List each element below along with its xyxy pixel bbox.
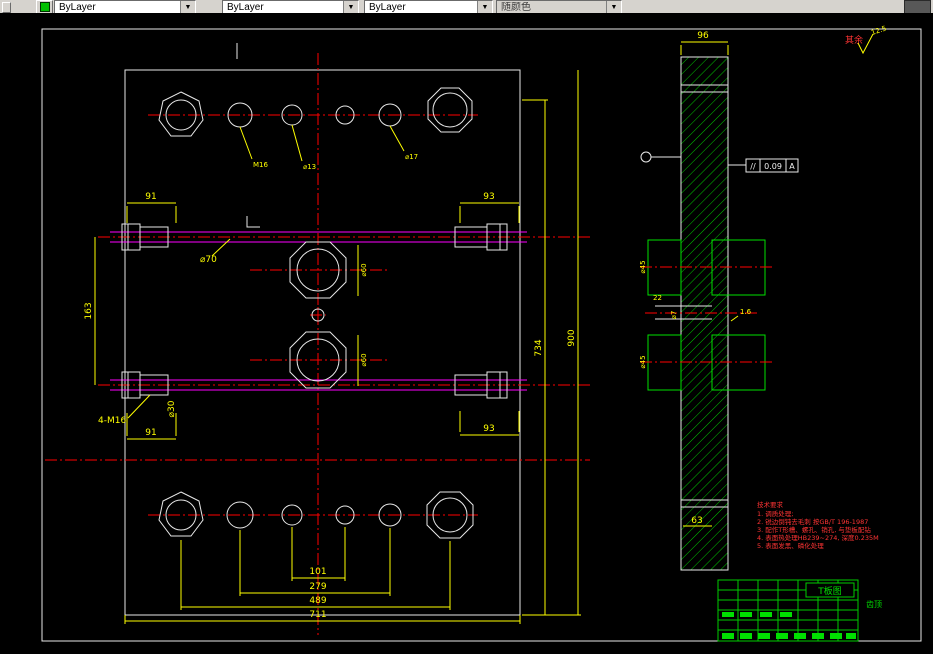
linetype-combo-value: ByLayer [227, 1, 264, 13]
dim-sec-hub-lower: ⌀45 [639, 355, 647, 368]
layer-combo[interactable]: ByLayer ▼ [54, 0, 196, 14]
dim-sec-pin: ⌀7 [670, 311, 678, 320]
lineweight-combo[interactable]: ByLayer ▼ [364, 0, 493, 14]
chevron-down-icon[interactable]: ▼ [343, 1, 358, 13]
dim-hub-upper: ⌀60 [360, 263, 368, 276]
dim-711: 711 [309, 610, 326, 620]
fit-leader [730, 315, 739, 322]
dim-top-left: 91 [145, 192, 156, 202]
cad-drawing[interactable]: M16 ⌀13 ⌀17 ⌀60 ⌀60 91 93 91 93 ⌀70 4-M1… [0, 13, 933, 654]
cad-application-window: ByLayer ▼ ByLayer ▼ ByLayer ▼ 随颜色 ▼ M16 … [0, 0, 933, 654]
dim-163: 163 [84, 302, 94, 319]
linetype-combo[interactable]: ByLayer ▼ [222, 0, 359, 14]
dim-sec-bottom: 63 [691, 516, 702, 526]
top-hole-row [158, 87, 473, 137]
lineweight-combo-value: ByLayer [369, 1, 406, 13]
tolerance-datum: A [789, 162, 795, 171]
roughness-value: 12.5 [870, 24, 887, 36]
technical-notes: 技术要求 1. 调质处理; 2. 锐边倒钝去毛刺 按GB/T 196-1987 … [757, 500, 879, 550]
sec-width-dim [680, 41, 729, 55]
plotstyle-combo[interactable]: 随颜色 ▼ [496, 0, 622, 14]
centerlines [45, 53, 592, 635]
title-block: T板图 齿顶 [717, 579, 882, 642]
chevron-down-icon[interactable]: ▼ [180, 1, 195, 13]
dim-sec-width: 96 [697, 31, 709, 41]
toolbar-grip[interactable] [2, 2, 11, 13]
dim-sec-fit: 1.6 [740, 308, 752, 316]
dim-top-right: 93 [483, 192, 494, 202]
roughness-other-label: 其余 [845, 34, 863, 46]
dim-rod-dia: ⌀70 [200, 255, 217, 265]
dim-bottom-right: 93 [483, 424, 494, 434]
chevron-down-icon[interactable]: ▼ [477, 1, 492, 13]
tolerance-frame: // 0.09 A [728, 158, 799, 173]
datum-leader [640, 151, 681, 163]
hole-leaders [239, 124, 405, 162]
dim-900: 900 [567, 329, 577, 346]
dim-sec-hub-upper: ⌀45 [639, 260, 647, 273]
dim-279: 279 [309, 582, 326, 592]
dim-bottom-left: 91 [145, 428, 156, 438]
tolerance-symbol: // [750, 162, 756, 171]
tolerance-value: 0.09 [764, 162, 782, 171]
dim-rod2-dia: ⌀30 [167, 400, 177, 417]
note-line: 3. 配作T形槽、螺孔、销孔, 与垫板配钻 [757, 525, 871, 534]
dim-734: 734 [534, 339, 544, 356]
section-view: 96 其余 12.5 // 0.09 A ⌀45 ⌀45 22 ⌀7 1.6 6… [639, 24, 887, 571]
note-line: 2. 锐边倒钝去毛刺 按GB/T 196-1987 [757, 517, 868, 526]
chevron-down-icon[interactable]: ▼ [606, 1, 621, 13]
notes-title: 技术要求 [757, 500, 784, 509]
note-line: 1. 调质处理; [757, 509, 793, 518]
color-swatch-icon [39, 2, 50, 12]
title-block-side-label: 齿顶 [866, 600, 882, 609]
note-line: 5. 表面发黑、磷化处理 [757, 541, 824, 550]
plotstyle-combo-value: 随颜色 [501, 1, 531, 13]
dim-thread: 4-M16 [98, 416, 126, 426]
drawing-name: T板图 [817, 585, 842, 597]
color-button[interactable] [36, 0, 53, 14]
title-block-entries [722, 612, 856, 639]
hole-callout: M16 [253, 161, 268, 169]
dimension-lines [94, 70, 581, 624]
dim-489: 489 [309, 596, 326, 606]
dim-hub-lower: ⌀60 [360, 353, 368, 366]
layer-combo-value: ByLayer [59, 1, 96, 13]
docked-tool-button[interactable] [904, 0, 931, 14]
dim-101: 101 [309, 567, 326, 577]
note-line: 4. 表面热处理HB239~274, 深度0.235M [757, 533, 879, 542]
properties-toolbar: ByLayer ▼ ByLayer ▼ ByLayer ▼ 随颜色 ▼ [0, 0, 933, 14]
hole-callout: ⌀13 [303, 163, 316, 171]
front-view: M16 ⌀13 ⌀17 ⌀60 ⌀60 91 93 91 93 ⌀70 4-M1… [45, 43, 592, 635]
dim-sec-slot: 22 [653, 294, 662, 302]
hole-callout: ⌀17 [405, 153, 418, 161]
model-space-canvas[interactable]: M16 ⌀13 ⌀17 ⌀60 ⌀60 91 93 91 93 ⌀70 4-M1… [0, 13, 933, 654]
